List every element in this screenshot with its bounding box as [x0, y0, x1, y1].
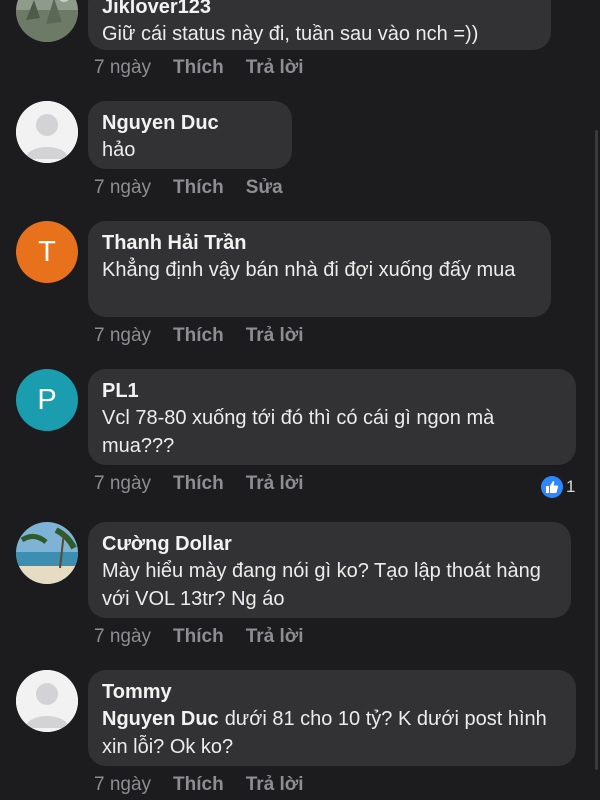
mention-tag[interactable]: Nguyen Duc [102, 708, 219, 730]
reply-button[interactable]: Trả lời [246, 57, 304, 79]
avatar-letter: P [37, 383, 57, 416]
reaction-count: 1 [566, 477, 576, 496]
like-button[interactable]: Thích [173, 473, 224, 495]
default-user-icon [16, 670, 78, 732]
commenter-name[interactable]: Cường Dollar [102, 531, 557, 557]
comment-text: Khẳng định vậy bán nhà đi đợi xuống đấy … [102, 259, 516, 281]
comment-text: Vcl 78-80 xuống tới đó thì có cái gì ngo… [102, 407, 495, 457]
comment-bubble: Jiklover123 Giữ cái status này đi, tuần … [88, 0, 551, 50]
commenter-name[interactable]: Tommy [102, 679, 562, 705]
avatar[interactable] [16, 0, 78, 42]
like-button[interactable]: Thích [173, 57, 224, 79]
reply-button[interactable]: Trả lời [246, 774, 304, 796]
commenter-name[interactable]: Jiklover123 [102, 0, 537, 20]
comment-actions: 7 ngày Thích Trả lời [94, 774, 304, 796]
default-user-icon [16, 101, 78, 163]
comment-actions: 7 ngày Thích Trả lời [94, 473, 304, 495]
reply-button[interactable]: Trả lời [246, 626, 304, 648]
comment-text: Giữ cái status này đi, tuần sau vào nch … [102, 23, 479, 45]
commenter-name[interactable]: Nguyen Duc [102, 110, 278, 136]
scroll-thumb[interactable] [595, 130, 598, 770]
beach-photo-icon [16, 522, 78, 584]
scrollbar[interactable] [595, 0, 600, 800]
avatar-letter: T [38, 235, 56, 268]
comment-time: 7 ngày [94, 177, 152, 198]
like-button[interactable]: Thích [173, 177, 224, 199]
avatar[interactable] [16, 670, 78, 732]
reply-button[interactable]: Trả lời [246, 325, 304, 347]
reply-button[interactable]: Trả lời [246, 473, 304, 495]
comment-bubble: Cường Dollar Mày hiểu mày đang nói gì ko… [88, 522, 571, 618]
comment-bubble: Thanh Hải Trần Khẳng định vậy bán nhà đi… [88, 221, 551, 317]
comment-bubble: Tommy Nguyen Duc dưới 81 cho 10 tỷ? K dướ… [88, 670, 576, 766]
commenter-name[interactable]: PL1 [102, 378, 562, 404]
comment-text: Nguyen Duc dưới 81 cho 10 tỷ? K dưới post… [102, 705, 562, 761]
comment-bubble: PL1 Vcl 78-80 xuống tới đó thì có cái gì… [88, 369, 576, 465]
avatar[interactable] [16, 101, 78, 163]
landscape-photo-icon [16, 0, 78, 42]
comment-text: Mày hiểu mày đang nói gì ko? Tạo lập tho… [102, 560, 541, 610]
comment-actions: 7 ngày Thích Trả lời [94, 626, 304, 648]
comment-text: hảo [102, 139, 136, 161]
avatar[interactable] [16, 522, 78, 584]
comment-time: 7 ngày [94, 57, 152, 78]
reaction-summary[interactable]: 1 [541, 476, 575, 498]
avatar[interactable]: T [16, 221, 78, 283]
comment-actions: 7 ngày Thích Trả lời [94, 57, 304, 79]
edit-button[interactable]: Sửa [246, 177, 283, 199]
comment-time: 7 ngày [94, 626, 152, 647]
comment-time: 7 ngày [94, 774, 152, 795]
comment-bubble: Nguyen Duc hảo [88, 101, 292, 169]
commenter-name[interactable]: Thanh Hải Trần [102, 230, 537, 256]
like-button[interactable]: Thích [173, 626, 224, 648]
comment-time: 7 ngày [94, 325, 152, 346]
avatar[interactable]: P [16, 369, 78, 431]
like-button[interactable]: Thích [173, 325, 224, 347]
comment-actions: 7 ngày Thích Sửa [94, 177, 283, 199]
like-button[interactable]: Thích [173, 774, 224, 796]
comment-actions: 7 ngày Thích Trả lời [94, 325, 304, 347]
comment-time: 7 ngày [94, 473, 152, 494]
thumbs-up-icon [541, 476, 563, 498]
